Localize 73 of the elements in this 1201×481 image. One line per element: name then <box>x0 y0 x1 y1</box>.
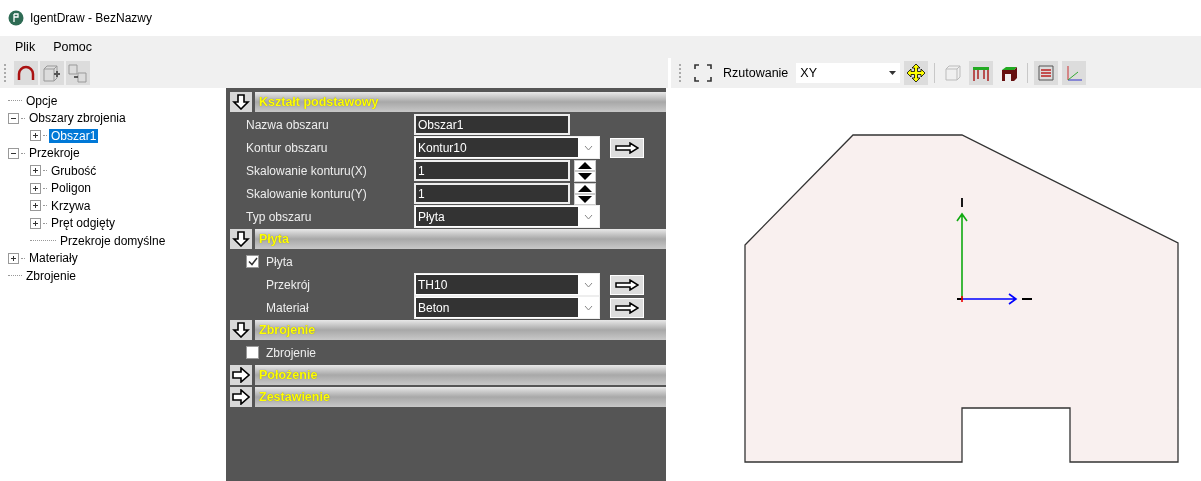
zoom-extents-button[interactable] <box>691 61 715 85</box>
move-cross-icon <box>906 63 927 83</box>
layers-button[interactable] <box>1034 61 1059 85</box>
collapse-icon[interactable] <box>8 147 19 159</box>
chevron-down-icon <box>583 281 593 288</box>
checkbox[interactable] <box>246 346 259 359</box>
checkbox-label: Zbrojenie <box>266 345 317 360</box>
axes-icon <box>1064 63 1085 83</box>
projection-label: Rzutowanie <box>723 66 789 80</box>
tree-item[interactable]: Obszary zbrojenia <box>27 111 128 126</box>
boxes-icon <box>68 63 88 83</box>
collapse-icon[interactable] <box>8 112 19 124</box>
menu-item[interactable]: Pomoc <box>46 38 100 56</box>
field-label: Skalowanie konturu(X) <box>246 163 368 178</box>
tree-item[interactable]: Pręt odgięty <box>49 216 118 231</box>
layers-icon <box>1036 63 1057 83</box>
axes-button[interactable] <box>1062 61 1087 85</box>
chevron-down-icon <box>583 304 593 311</box>
checkbox[interactable] <box>246 255 259 268</box>
arc-icon <box>16 63 36 83</box>
app-logo-icon <box>8 10 24 26</box>
arc-tool-button[interactable] <box>14 61 38 85</box>
tree-item[interactable]: Przekroje <box>27 146 82 161</box>
menu-item[interactable]: Plik <box>8 38 43 56</box>
caret-icon <box>889 71 897 75</box>
tree-item[interactable]: Grubość <box>49 163 99 178</box>
go-button[interactable] <box>610 274 644 295</box>
window-title: IgentDraw - BezNazwy <box>30 11 153 25</box>
add-box-button[interactable] <box>40 61 64 85</box>
field-label: Skalowanie konturu(Y) <box>246 186 368 201</box>
pan-button[interactable] <box>904 61 929 85</box>
right-arrow-icon <box>615 278 639 291</box>
expand-icon[interactable] <box>30 130 41 142</box>
go-button[interactable] <box>610 137 644 158</box>
box-plus-icon <box>42 63 62 83</box>
field-label: Kontur obszaru <box>246 140 329 155</box>
spin-up-button[interactable] <box>574 159 596 171</box>
input-field[interactable]: Obszar1 <box>414 114 570 135</box>
spin-down-button[interactable] <box>574 170 596 182</box>
frame-corners-icon <box>693 63 713 83</box>
spin-up-button[interactable] <box>574 182 596 194</box>
tree-item[interactable]: Zbrojenie <box>24 268 79 283</box>
tree-item[interactable]: Poligon <box>49 181 94 196</box>
cube-icon <box>943 63 964 83</box>
expand-icon[interactable] <box>30 182 41 194</box>
dropdown-field[interactable]: Płyta <box>414 205 600 228</box>
expand-icon[interactable] <box>30 200 41 212</box>
dropdown-field[interactable]: Kontur10 <box>414 136 600 159</box>
tree-item[interactable]: Przekroje domyślne <box>58 233 168 248</box>
projection-dropdown[interactable]: XY <box>796 63 901 83</box>
tree-item[interactable]: Obszar1 <box>49 128 99 143</box>
input-field[interactable]: 1 <box>414 160 570 181</box>
chevron-down-icon <box>583 213 593 220</box>
expand-icon[interactable] <box>30 165 41 177</box>
field-label: Przekrój <box>266 277 311 292</box>
dropdown-field[interactable]: TH10 <box>414 273 600 296</box>
right-arrow-icon <box>615 301 639 314</box>
tree-item[interactable]: Materiały <box>27 251 80 266</box>
field-label: Materiał <box>266 300 310 315</box>
chevron-down-icon <box>583 144 593 151</box>
expand-icon[interactable] <box>30 217 41 229</box>
checkbox-label: Płyta <box>266 254 293 269</box>
field-label: Typ obszaru <box>246 209 313 224</box>
frame-view-button[interactable] <box>969 61 994 85</box>
expand-icon[interactable] <box>8 252 19 264</box>
dropdown-field[interactable]: Beton <box>414 296 600 319</box>
tree-item[interactable]: Krzywa <box>49 198 93 213</box>
field-label: Nazwa obszaru <box>246 117 330 132</box>
spin-down-button[interactable] <box>574 193 596 205</box>
tree-item[interactable]: Opcje <box>24 93 60 108</box>
go-button[interactable] <box>610 297 644 318</box>
input-field[interactable]: 1 <box>414 183 570 204</box>
right-arrow-icon <box>615 141 639 154</box>
